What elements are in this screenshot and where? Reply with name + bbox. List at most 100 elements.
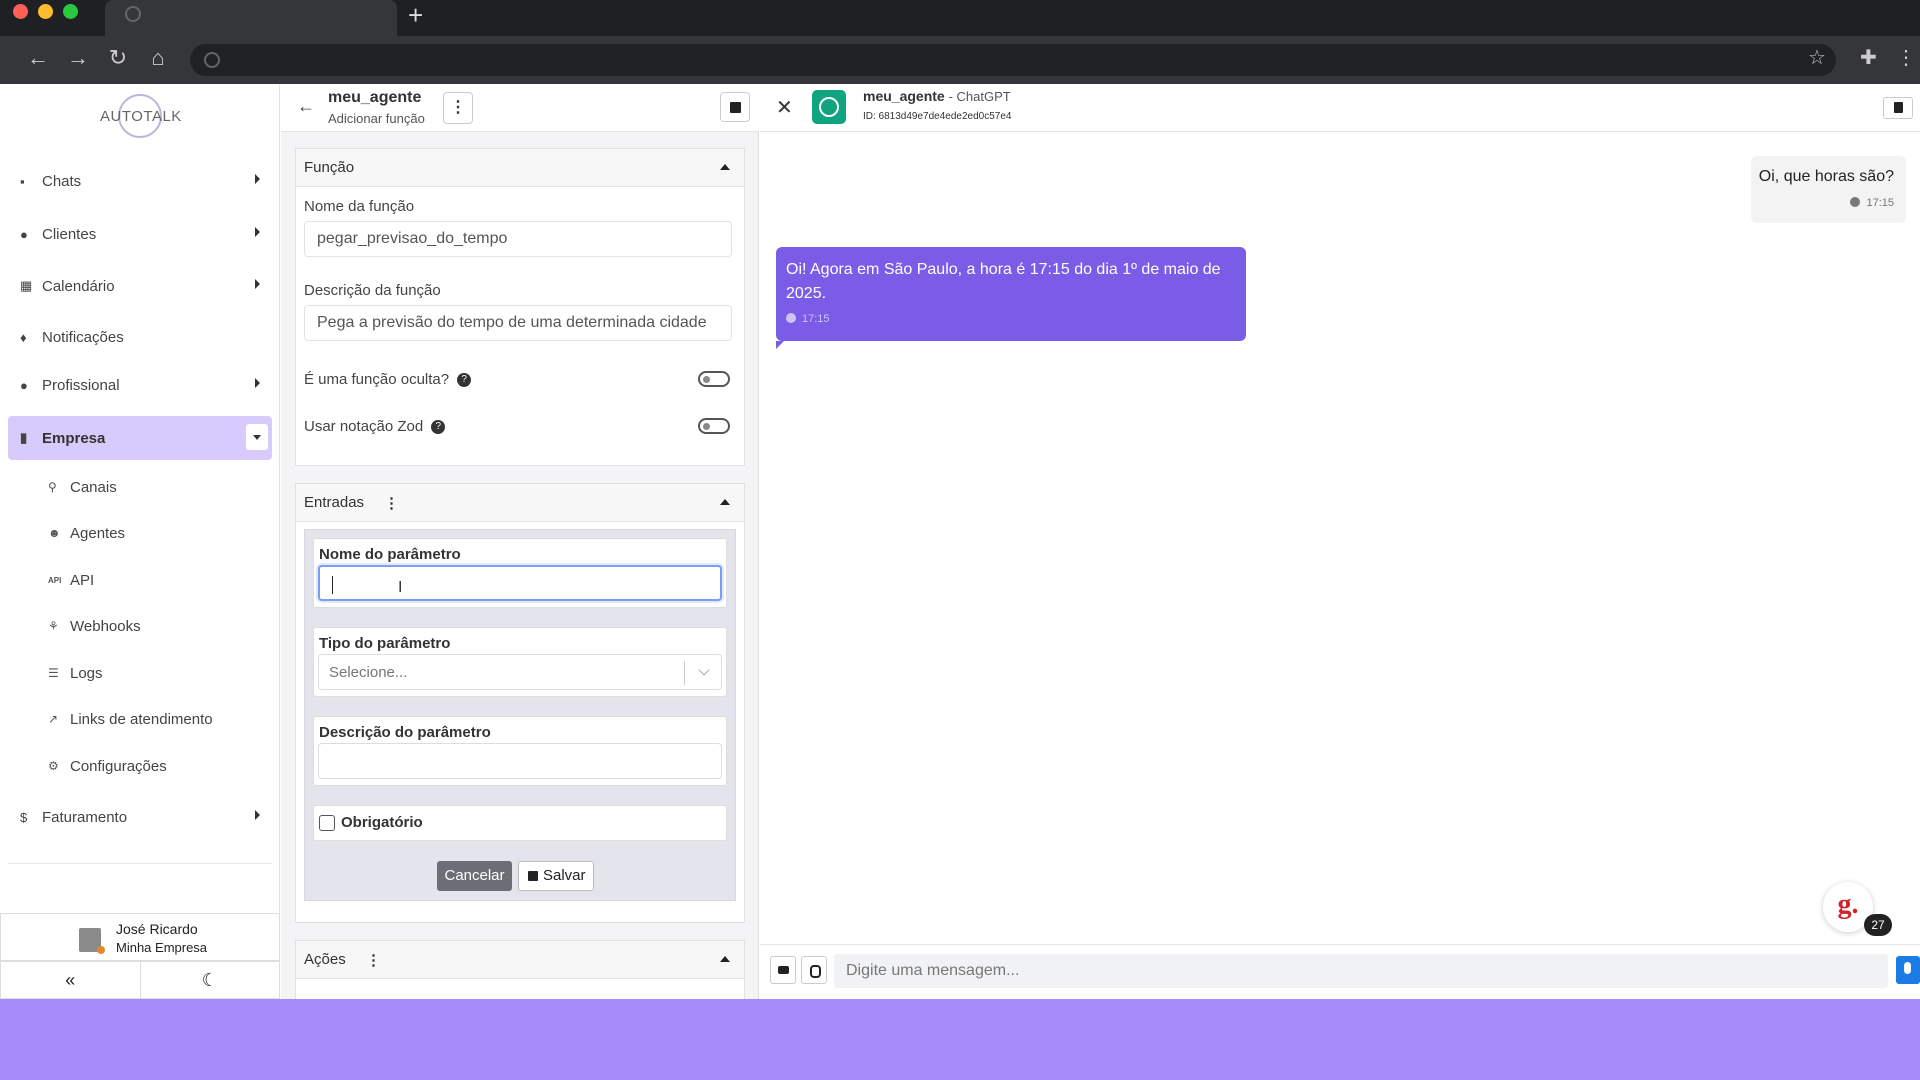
logo-text: AUTOTALK	[100, 108, 182, 125]
list-icon: ☰	[48, 666, 59, 680]
sidebar-subitem-agentes[interactable]: ☻ Agentes	[48, 518, 125, 548]
new-tab-button[interactable]: +	[408, 2, 423, 28]
sidebar-item-empresa[interactable]: ▮ Empresa	[8, 416, 272, 460]
actions-options-icon[interactable]: ⋮	[366, 951, 381, 969]
sidebar-item-faturamento[interactable]: $ Faturamento	[8, 796, 272, 838]
save-icon[interactable]	[720, 92, 750, 122]
sidebar-subitem-webhooks[interactable]: ⚘ Webhooks	[48, 611, 141, 641]
function-name-input[interactable]	[304, 221, 732, 257]
user-profile[interactable]: José Ricardo Minha Empresa	[0, 913, 280, 961]
sidebar-subitem-canais[interactable]: ⚲ Canais	[48, 472, 117, 502]
parameter-type-label: Tipo do parâmetro	[319, 635, 451, 652]
select-placeholder: Selecione...	[329, 664, 408, 681]
zod-notation-label-text: Usar notação Zod	[304, 418, 424, 435]
inputs-options-icon[interactable]: ⋮	[384, 494, 399, 512]
parameter-description-label: Descrição do parâmetro	[319, 724, 491, 741]
save-parameter-button[interactable]: Salvar	[518, 861, 594, 891]
minimize-window-icon[interactable]	[38, 4, 53, 19]
actions-card-header[interactable]: Ações ⋮	[296, 941, 744, 979]
incoming-message: Oi! Agora em São Paulo, a hora é 17:15 d…	[776, 247, 1246, 349]
function-editor-panel: ← meu_agente Adicionar função ⋮ Função N…	[281, 84, 759, 999]
close-window-icon[interactable]	[13, 4, 28, 19]
text-cursor	[332, 576, 333, 594]
browser-tab[interactable]	[105, 0, 397, 36]
gear-icon: ⚙	[48, 759, 59, 773]
sidebar-item-label: Faturamento	[42, 808, 128, 826]
parameter-name-input[interactable]: I	[318, 565, 722, 601]
sidebar-item-label: Empresa	[42, 429, 106, 447]
collapse-caret-icon[interactable]	[720, 499, 730, 505]
function-card-title: Função	[304, 159, 355, 176]
autotalk-logo[interactable]: AUTOTALK	[100, 94, 182, 138]
hidden-function-label-text: É uma função oculta?	[304, 371, 450, 388]
sidebar-subitem-links-de-atendimento[interactable]: ↗ Links de atendimento	[48, 704, 213, 734]
message-input[interactable]: Digite uma mensagem...	[834, 954, 1888, 988]
user-tie-icon: ●	[20, 377, 28, 393]
required-checkbox[interactable]	[319, 815, 335, 831]
help-icon[interactable]: ?	[431, 420, 446, 435]
attachment-icon[interactable]	[801, 956, 827, 984]
browser-menu-icon[interactable]: ⋮	[1896, 46, 1916, 70]
inputs-card: Entradas ⋮ Nome do parâmetro I Tipo do p…	[295, 483, 745, 923]
parameter-type-select[interactable]: Selecione...	[318, 654, 722, 690]
chevron-right-icon	[255, 810, 260, 820]
sidebar-subitem-api[interactable]: API API	[48, 565, 94, 595]
parameter-description-input[interactable]	[318, 743, 722, 779]
help-icon[interactable]: ?	[457, 373, 472, 388]
chevron-down-icon[interactable]	[698, 664, 710, 676]
chat-panel: ✕ meu_agente - ChatGPT ID: 6813d49e7de4e…	[760, 84, 1920, 999]
back-arrow-icon[interactable]: ←	[297, 96, 315, 117]
sidebar-item-chats[interactable]: ▪ Chats	[8, 160, 272, 202]
webhook-icon: ⚘	[48, 619, 59, 633]
extensions-icon[interactable]: ✚	[1860, 46, 1877, 70]
company-name: Minha Empresa	[116, 940, 208, 955]
function-description-input[interactable]	[304, 305, 732, 341]
sidebar-footer: « ☾	[0, 961, 280, 999]
ibeam-cursor-icon: I	[398, 579, 403, 596]
required-group: Obrigatório	[313, 805, 727, 841]
message-time-text: 17:15	[802, 313, 830, 325]
agent-options-button[interactable]: ⋮	[443, 92, 473, 124]
browser-tab-bar: +	[0, 0, 1920, 36]
function-card-header[interactable]: Função	[296, 149, 744, 187]
message-text: Oi, que horas são?	[1758, 168, 1894, 185]
inputs-card-title: Entradas	[304, 494, 365, 511]
sidebar-subitem-logs[interactable]: ☰ Logs	[48, 658, 103, 688]
forward-icon[interactable]: →	[64, 46, 92, 70]
collapse-caret-icon[interactable]	[720, 956, 730, 962]
robot-icon: ☻	[48, 526, 61, 540]
sidebar-subitem-label: Configurações	[70, 757, 167, 775]
calendar-icon: ▦	[20, 278, 33, 293]
close-icon[interactable]: ✕	[776, 95, 793, 120]
zod-notation-toggle[interactable]	[698, 418, 730, 434]
back-icon[interactable]: ←	[24, 46, 52, 70]
address-bar[interactable]	[190, 44, 1836, 76]
chat-icon: ▪	[20, 173, 25, 189]
camera-icon[interactable]	[770, 956, 796, 984]
sidebar-item-clientes[interactable]: ● Clientes	[8, 213, 272, 255]
home-icon[interactable]: ⌂	[144, 46, 172, 70]
sidebar-item-notificacoes[interactable]: ♦ Notificações	[8, 316, 272, 358]
inputs-card-header[interactable]: Entradas ⋮	[296, 484, 744, 522]
chevron-down-icon[interactable]	[246, 424, 268, 450]
agent-id: ID: 6813d49e7de4ede2ed0c57e4	[863, 111, 1012, 122]
function-description-label: Descrição da função	[304, 282, 441, 299]
sidebar-item-label: Clientes	[42, 225, 97, 243]
bookmark-star-icon[interactable]: ☆	[1808, 46, 1826, 70]
browser-toolbar: ← → ↻ ⌂ ☆ ✚ ⋮	[0, 36, 1920, 84]
sidebar-item-profissional[interactable]: ● Profissional	[8, 364, 272, 406]
cancel-button[interactable]: Cancelar	[437, 861, 512, 891]
site-info-icon[interactable]	[204, 52, 220, 68]
chatgpt-avatar-icon	[812, 90, 846, 124]
sidebar-item-calendario[interactable]: ▦ Calendário	[8, 265, 272, 307]
microphone-icon[interactable]	[1896, 956, 1920, 984]
reload-icon[interactable]: ↻	[104, 46, 132, 70]
dark-mode-icon[interactable]: ☾	[141, 962, 280, 998]
collapse-sidebar-icon[interactable]: «	[1, 962, 141, 998]
trash-icon[interactable]	[1883, 97, 1913, 119]
collapse-caret-icon[interactable]	[720, 164, 730, 170]
user-name: José Ricardo	[116, 921, 198, 937]
maximize-window-icon[interactable]	[63, 4, 78, 19]
hidden-function-toggle[interactable]	[698, 371, 730, 387]
sidebar-subitem-configuracoes[interactable]: ⚙ Configurações	[48, 751, 167, 781]
